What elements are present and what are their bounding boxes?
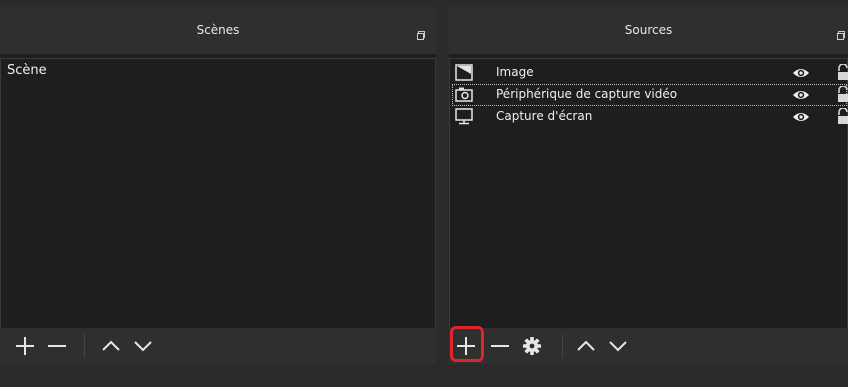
- sources-toolbar-separator: [562, 334, 563, 358]
- monitor-icon: [455, 108, 473, 125]
- sources-toolbar: [449, 328, 848, 364]
- sources-dock: Sources Image Périphérique de capture vi…: [449, 6, 848, 364]
- sources-float-icon[interactable]: [837, 31, 845, 40]
- remove-source-button[interactable]: [487, 334, 513, 358]
- source-label: Image: [496, 65, 534, 79]
- source-label: Périphérique de capture vidéo: [496, 87, 678, 101]
- scenes-dock-title: Scènes: [0, 6, 436, 54]
- scenes-float-icon[interactable]: [417, 31, 425, 40]
- visibility-eye-icon[interactable]: [792, 66, 810, 80]
- scenes-dock: Scènes Scène: [0, 6, 436, 364]
- move-scene-up-button[interactable]: [98, 334, 124, 358]
- add-source-highlight-box: [450, 326, 484, 362]
- move-source-down-button[interactable]: [605, 334, 631, 358]
- scenes-toolbar: [0, 328, 436, 364]
- sources-dock-title: Sources: [449, 6, 848, 54]
- camera-icon: [455, 87, 473, 102]
- scene-item[interactable]: Scène: [7, 63, 47, 78]
- sources-list[interactable]: Image Périphérique de capture vidéo Capt…: [449, 58, 848, 328]
- source-row-video-capture[interactable]: Périphérique de capture vidéo: [452, 84, 848, 106]
- source-row-screen-capture[interactable]: Capture d'écran: [452, 106, 848, 128]
- visibility-eye-icon[interactable]: [792, 88, 810, 102]
- visibility-eye-icon[interactable]: [792, 110, 810, 124]
- add-scene-button[interactable]: [12, 334, 38, 358]
- source-label: Capture d'écran: [496, 109, 593, 123]
- move-scene-down-button[interactable]: [130, 334, 156, 358]
- remove-scene-button[interactable]: [44, 334, 70, 358]
- lock-open-icon[interactable]: [836, 64, 848, 80]
- scenes-list[interactable]: Scène: [0, 58, 436, 328]
- scenes-toolbar-separator: [84, 334, 85, 358]
- move-source-up-button[interactable]: [573, 334, 599, 358]
- lock-open-icon[interactable]: [836, 86, 848, 102]
- source-properties-gear-icon[interactable]: [519, 334, 545, 358]
- source-row-image[interactable]: Image: [452, 62, 848, 84]
- image-icon: [455, 64, 473, 81]
- scenes-title-text: Scènes: [196, 23, 240, 37]
- sources-title-text: Sources: [624, 23, 673, 37]
- lock-open-icon[interactable]: [836, 108, 848, 124]
